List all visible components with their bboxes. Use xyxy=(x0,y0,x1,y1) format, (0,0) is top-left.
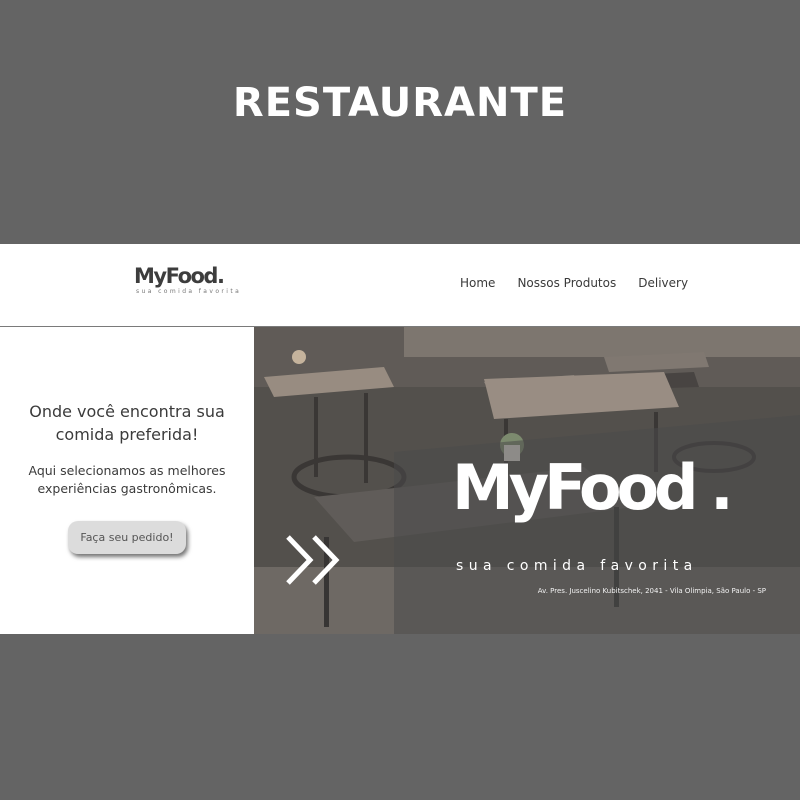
nav-link-nossos-produtos[interactable]: Nossos Produtos xyxy=(517,276,616,290)
intro-headline: Onde você encontra sua comida preferida! xyxy=(29,402,225,444)
navbar: MyFood. sua comida favorita Home Nossos … xyxy=(0,244,800,327)
nav-menu: Home Nossos Produtos Delivery xyxy=(460,276,710,290)
hero-banner: MyFood . sua comida favorita Av. Pres. J… xyxy=(254,327,800,634)
order-button[interactable]: Faça seu pedido! xyxy=(68,521,186,554)
navbar-logo-text: MyFood. xyxy=(134,264,225,288)
intro-subline: Aqui selecionamos as melhores experiênci… xyxy=(28,463,226,496)
navbar-logo-tagline: sua comida favorita xyxy=(136,288,242,295)
bottom-background xyxy=(0,634,800,800)
nav-link-delivery[interactable]: Delivery xyxy=(638,276,688,290)
hero-logo-text: MyFood . xyxy=(452,451,734,524)
website-mockup: MyFood. sua comida favorita Home Nossos … xyxy=(0,244,800,634)
nav-link-home[interactable]: Home xyxy=(460,276,495,290)
navbar-logo[interactable]: MyFood. sua comida favorita xyxy=(134,264,241,295)
hero-tagline: sua comida favorita xyxy=(456,558,698,574)
double-chevron-right-icon xyxy=(286,535,340,585)
hero-address: Av. Pres. Juscelino Kubitschek, 2041 - V… xyxy=(537,587,766,595)
intro-panel: Onde você encontra sua comida preferida!… xyxy=(0,327,254,634)
page-heading: RESTAURANTE xyxy=(232,80,568,126)
